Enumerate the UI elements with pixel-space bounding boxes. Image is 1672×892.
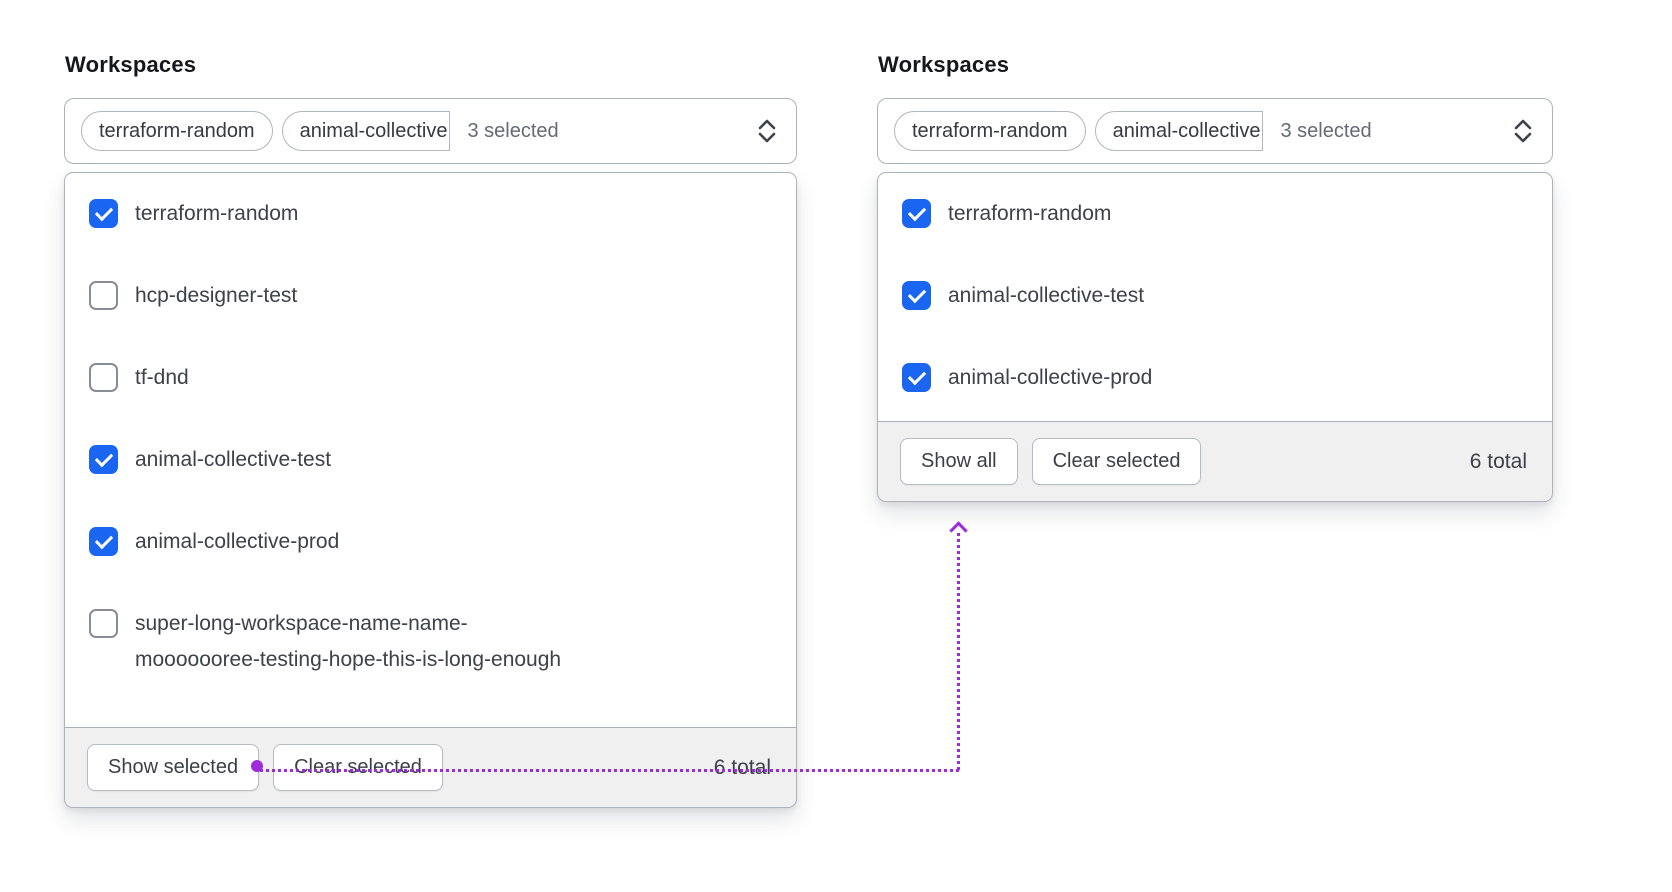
checkbox[interactable]: [902, 199, 931, 228]
show-all-button[interactable]: Show all: [900, 438, 1018, 485]
annotation-connector-horizontal: [260, 769, 959, 772]
workspace-option-row[interactable]: super-long-workspace-name-name- moooooor…: [65, 583, 796, 701]
multiselect-dropdown: terraform-random hcp-designer-test tf-dn…: [64, 172, 797, 808]
workspaces-multiselect-left: Workspaces terraform-random animal-colle…: [64, 40, 797, 808]
workspace-option-label: animal-collective-test: [135, 448, 332, 471]
annotation-connector-vertical: [957, 533, 960, 770]
clear-selected-button[interactable]: Clear selected: [273, 744, 443, 791]
workspace-option-row[interactable]: tf-dnd: [65, 337, 796, 419]
options-list: terraform-random hcp-designer-test tf-dn…: [65, 173, 796, 727]
workspace-option-row[interactable]: animal-collective-test: [878, 255, 1552, 337]
checkbox[interactable]: [89, 445, 118, 474]
workspace-option-row[interactable]: animal-collective-test: [65, 419, 796, 501]
workspace-option-label: hcp-designer-test: [135, 284, 298, 307]
selected-count: 3 selected: [467, 119, 559, 142]
selected-tag-pill: terraform-random: [894, 111, 1086, 151]
clear-selected-button[interactable]: Clear selected: [1031, 438, 1202, 485]
workspace-option-label: animal-collective-test: [948, 284, 1145, 307]
workspace-option-label: animal-collective-prod: [948, 366, 1153, 389]
workspace-option-row[interactable]: animal-collective-prod: [65, 501, 796, 583]
workspace-option-row[interactable]: animal-collective-prod: [878, 337, 1552, 419]
workspace-option-label: terraform-random: [135, 202, 299, 225]
total-count: 6 total: [713, 755, 771, 779]
selected-tag-pill-clipped: animal-collective: [281, 111, 451, 151]
workspace-option-label: terraform-random: [948, 202, 1112, 225]
workspace-option-row[interactable]: terraform-random: [65, 173, 796, 255]
multiselect-trigger[interactable]: terraform-random animal-collective 3 sel…: [877, 98, 1553, 164]
dropdown-footer: Show all Clear selected 6 total: [878, 421, 1552, 501]
selected-tag-pill: terraform-random: [81, 111, 273, 151]
workspace-option-label: super-long-workspace-name-name- moooooor…: [135, 612, 562, 671]
show-selected-button[interactable]: Show selected: [87, 744, 260, 791]
workspace-option-label: animal-collective-prod: [135, 530, 340, 553]
checkbox[interactable]: [89, 199, 118, 228]
selected-tag-pill-clipped: animal-collective: [1094, 111, 1264, 151]
chevron-up-down-icon: [1510, 116, 1536, 146]
selected-count: 3 selected: [1280, 119, 1372, 142]
options-list: terraform-random animal-collective-test …: [878, 173, 1552, 421]
checkbox[interactable]: [902, 363, 931, 392]
workspace-option-row[interactable]: terraform-random: [878, 173, 1552, 255]
field-label: Workspaces: [65, 52, 197, 77]
chevron-up-down-icon: [754, 116, 780, 146]
checkbox[interactable]: [89, 527, 118, 556]
multiselect-dropdown: terraform-random animal-collective-test …: [877, 172, 1553, 502]
multiselect-trigger[interactable]: terraform-random animal-collective 3 sel…: [64, 98, 797, 164]
workspaces-multiselect-right: Workspaces terraform-random animal-colle…: [877, 40, 1553, 502]
arrow-up-icon: [949, 521, 968, 540]
checkbox[interactable]: [89, 281, 118, 310]
dropdown-footer: Show selected Clear selected 6 total: [65, 727, 796, 807]
total-count: 6 total: [1469, 449, 1527, 473]
field-label: Workspaces: [878, 52, 1010, 77]
checkbox[interactable]: [89, 363, 118, 392]
checkbox[interactable]: [89, 609, 118, 638]
workspace-option-label: tf-dnd: [135, 366, 189, 389]
checkbox[interactable]: [902, 281, 931, 310]
workspace-option-row[interactable]: hcp-designer-test: [65, 255, 796, 337]
